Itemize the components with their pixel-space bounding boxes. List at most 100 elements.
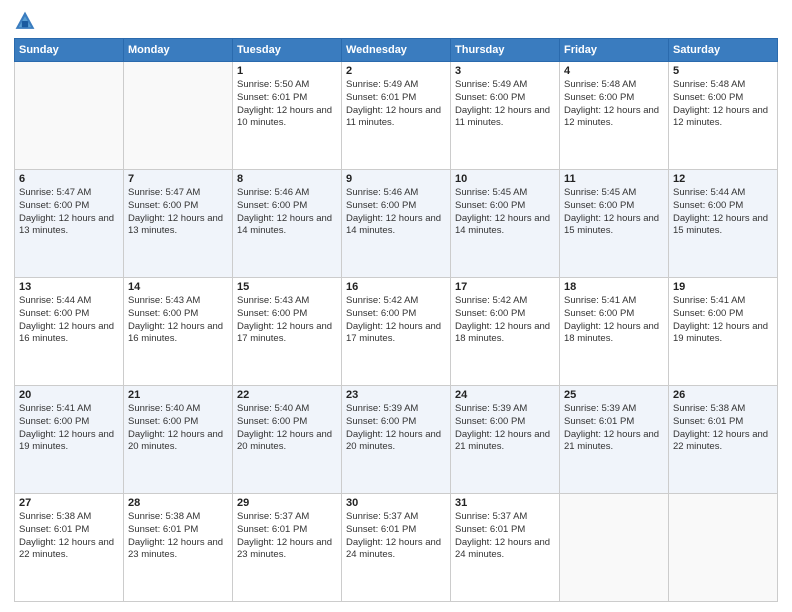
calendar-cell: 21 Sunrise: 5:40 AM Sunset: 6:00 PM Dayli… (124, 386, 233, 494)
day-info: Sunrise: 5:50 AM Sunset: 6:01 PM Dayligh… (237, 79, 337, 130)
day-info: Sunrise: 5:45 AM Sunset: 6:00 PM Dayligh… (564, 187, 664, 238)
day-info: Sunrise: 5:38 AM Sunset: 6:01 PM Dayligh… (128, 511, 228, 562)
day-info: Sunrise: 5:37 AM Sunset: 6:01 PM Dayligh… (346, 511, 446, 562)
calendar-cell: 25Sunrise: 5:39 AM Sunset: 6:01 PM Dayli… (560, 386, 669, 494)
day-number: 9 (346, 173, 446, 185)
calendar-cell: 24Sunrise: 5:39 AM Sunset: 6:00 PM Dayli… (451, 386, 560, 494)
calendar-cell: 4 Sunrise: 5:48 AM Sunset: 6:00 PM Daylig… (560, 62, 669, 170)
day-info: Sunrise: 5:44 AM Sunset: 6:00 PM Dayligh… (19, 295, 119, 346)
calendar-cell: 1 Sunrise: 5:50 AM Sunset: 6:01 PM Daylig… (233, 62, 342, 170)
day-number: 14 (128, 281, 228, 293)
day-number: 26 (673, 389, 773, 401)
calendar-cell: 18 Sunrise: 5:41 AM Sunset: 6:00 PM Dayli… (560, 278, 669, 386)
calendar-cell: 5Sunrise: 5:48 AM Sunset: 6:00 PM Daylig… (669, 62, 778, 170)
calendar-cell: 3 Sunrise: 5:49 AM Sunset: 6:00 PM Daylig… (451, 62, 560, 170)
day-number: 21 (128, 389, 228, 401)
day-number: 11 (564, 173, 664, 185)
calendar-week-row: 6 Sunrise: 5:47 AM Sunset: 6:00 PM Daylig… (15, 170, 778, 278)
weekday-header: Wednesday (342, 39, 451, 62)
weekday-header: Saturday (669, 39, 778, 62)
calendar-cell: 14 Sunrise: 5:43 AM Sunset: 6:00 PM Dayli… (124, 278, 233, 386)
day-info: Sunrise: 5:40 AM Sunset: 6:00 PM Dayligh… (237, 403, 337, 454)
day-number: 31 (455, 497, 555, 509)
day-number: 29 (237, 497, 337, 509)
calendar-cell: 22 Sunrise: 5:40 AM Sunset: 6:00 PM Dayli… (233, 386, 342, 494)
day-number: 12 (673, 173, 773, 185)
day-info: Sunrise: 5:42 AM Sunset: 6:00 PM Dayligh… (346, 295, 446, 346)
weekday-header: Thursday (451, 39, 560, 62)
day-info: Sunrise: 5:47 AM Sunset: 6:00 PM Dayligh… (19, 187, 119, 238)
day-info: Sunrise: 5:38 AM Sunset: 6:01 PM Dayligh… (19, 511, 119, 562)
weekday-row: SundayMondayTuesdayWednesdayThursdayFrid… (15, 39, 778, 62)
calendar-cell: 16 Sunrise: 5:42 AM Sunset: 6:00 PM Dayli… (342, 278, 451, 386)
day-number: 15 (237, 281, 337, 293)
calendar-cell: 2 Sunrise: 5:49 AM Sunset: 6:01 PM Daylig… (342, 62, 451, 170)
calendar-cell: 23Sunrise: 5:39 AM Sunset: 6:00 PM Dayli… (342, 386, 451, 494)
day-info: Sunrise: 5:39 AM Sunset: 6:01 PM Dayligh… (564, 403, 664, 454)
calendar-cell: 31Sunrise: 5:37 AM Sunset: 6:01 PM Dayli… (451, 494, 560, 602)
calendar-cell: 27 Sunrise: 5:38 AM Sunset: 6:01 PM Dayli… (15, 494, 124, 602)
day-number: 28 (128, 497, 228, 509)
day-info: Sunrise: 5:46 AM Sunset: 6:00 PM Dayligh… (237, 187, 337, 238)
day-number: 22 (237, 389, 337, 401)
day-number: 8 (237, 173, 337, 185)
day-info: Sunrise: 5:49 AM Sunset: 6:01 PM Dayligh… (346, 79, 446, 130)
day-number: 4 (564, 65, 664, 77)
day-number: 27 (19, 497, 119, 509)
calendar-cell: 10 Sunrise: 5:45 AM Sunset: 6:00 PM Dayli… (451, 170, 560, 278)
calendar-week-row: 13Sunrise: 5:44 AM Sunset: 6:00 PM Dayli… (15, 278, 778, 386)
calendar-cell: 12Sunrise: 5:44 AM Sunset: 6:00 PM Dayli… (669, 170, 778, 278)
calendar-cell: 30 Sunrise: 5:37 AM Sunset: 6:01 PM Dayli… (342, 494, 451, 602)
calendar-cell: 26 Sunrise: 5:38 AM Sunset: 6:01 PM Dayli… (669, 386, 778, 494)
day-info: Sunrise: 5:45 AM Sunset: 6:00 PM Dayligh… (455, 187, 555, 238)
day-info: Sunrise: 5:43 AM Sunset: 6:00 PM Dayligh… (128, 295, 228, 346)
day-number: 19 (673, 281, 773, 293)
calendar-cell: 13Sunrise: 5:44 AM Sunset: 6:00 PM Dayli… (15, 278, 124, 386)
weekday-header: Sunday (15, 39, 124, 62)
calendar-cell: 11 Sunrise: 5:45 AM Sunset: 6:00 PM Dayli… (560, 170, 669, 278)
calendar-table: SundayMondayTuesdayWednesdayThursdayFrid… (14, 38, 778, 602)
day-info: Sunrise: 5:48 AM Sunset: 6:00 PM Dayligh… (564, 79, 664, 130)
day-number: 6 (19, 173, 119, 185)
day-number: 10 (455, 173, 555, 185)
day-number: 5 (673, 65, 773, 77)
weekday-header: Friday (560, 39, 669, 62)
calendar-cell: 19 Sunrise: 5:41 AM Sunset: 6:00 PM Dayli… (669, 278, 778, 386)
calendar-cell (15, 62, 124, 170)
calendar-cell (124, 62, 233, 170)
day-info: Sunrise: 5:38 AM Sunset: 6:01 PM Dayligh… (673, 403, 773, 454)
calendar-cell: 29 Sunrise: 5:37 AM Sunset: 6:01 PM Dayli… (233, 494, 342, 602)
calendar-cell: 6 Sunrise: 5:47 AM Sunset: 6:00 PM Daylig… (15, 170, 124, 278)
calendar-week-row: 27 Sunrise: 5:38 AM Sunset: 6:01 PM Dayli… (15, 494, 778, 602)
day-number: 7 (128, 173, 228, 185)
day-info: Sunrise: 5:43 AM Sunset: 6:00 PM Dayligh… (237, 295, 337, 346)
day-info: Sunrise: 5:42 AM Sunset: 6:00 PM Dayligh… (455, 295, 555, 346)
day-info: Sunrise: 5:41 AM Sunset: 6:00 PM Dayligh… (19, 403, 119, 454)
calendar-cell (560, 494, 669, 602)
calendar-cell: 17 Sunrise: 5:42 AM Sunset: 6:00 PM Dayli… (451, 278, 560, 386)
day-number: 17 (455, 281, 555, 293)
day-info: Sunrise: 5:41 AM Sunset: 6:00 PM Dayligh… (564, 295, 664, 346)
day-info: Sunrise: 5:40 AM Sunset: 6:00 PM Dayligh… (128, 403, 228, 454)
day-info: Sunrise: 5:49 AM Sunset: 6:00 PM Dayligh… (455, 79, 555, 130)
weekday-header: Monday (124, 39, 233, 62)
day-number: 16 (346, 281, 446, 293)
day-number: 3 (455, 65, 555, 77)
weekday-header: Tuesday (233, 39, 342, 62)
day-info: Sunrise: 5:37 AM Sunset: 6:01 PM Dayligh… (237, 511, 337, 562)
day-number: 18 (564, 281, 664, 293)
day-number: 20 (19, 389, 119, 401)
calendar-cell: 9Sunrise: 5:46 AM Sunset: 6:00 PM Daylig… (342, 170, 451, 278)
calendar-header: SundayMondayTuesdayWednesdayThursdayFrid… (15, 39, 778, 62)
day-number: 24 (455, 389, 555, 401)
day-number: 30 (346, 497, 446, 509)
calendar-cell: 20 Sunrise: 5:41 AM Sunset: 6:00 PM Dayli… (15, 386, 124, 494)
day-info: Sunrise: 5:41 AM Sunset: 6:00 PM Dayligh… (673, 295, 773, 346)
day-number: 1 (237, 65, 337, 77)
calendar-week-row: 1 Sunrise: 5:50 AM Sunset: 6:01 PM Daylig… (15, 62, 778, 170)
day-number: 2 (346, 65, 446, 77)
page: SundayMondayTuesdayWednesdayThursdayFrid… (0, 0, 792, 612)
calendar-cell: 15 Sunrise: 5:43 AM Sunset: 6:00 PM Dayli… (233, 278, 342, 386)
day-info: Sunrise: 5:39 AM Sunset: 6:00 PM Dayligh… (346, 403, 446, 454)
calendar-week-row: 20 Sunrise: 5:41 AM Sunset: 6:00 PM Dayli… (15, 386, 778, 494)
